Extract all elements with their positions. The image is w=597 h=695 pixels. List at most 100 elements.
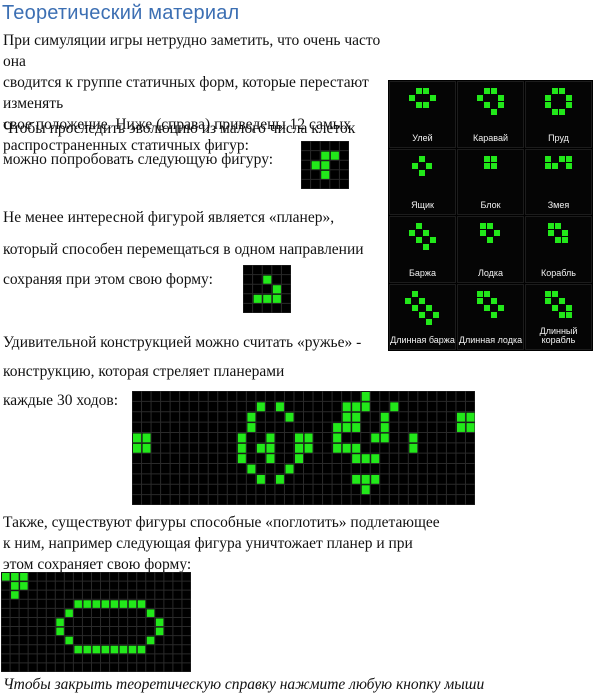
live-cell	[415, 223, 422, 229]
live-cell	[490, 297, 497, 304]
live-cell	[429, 95, 436, 101]
live-cell	[2, 573, 10, 581]
live-cell	[352, 402, 361, 412]
live-cell	[11, 573, 19, 581]
live-cell	[390, 402, 399, 412]
still-life-shape	[544, 155, 572, 169]
live-cell	[321, 170, 330, 179]
live-cell	[256, 443, 265, 453]
evolution-figure-board	[301, 141, 349, 189]
live-cell	[101, 600, 110, 608]
still-life-shape	[544, 290, 572, 318]
live-cell	[412, 304, 418, 311]
live-cell	[497, 102, 504, 108]
live-cell	[110, 600, 119, 608]
live-cell	[352, 443, 361, 453]
live-cell	[380, 412, 389, 422]
live-cell	[422, 230, 429, 236]
live-cell	[74, 600, 82, 608]
live-cell	[412, 290, 418, 297]
live-cell	[155, 618, 164, 627]
live-cell	[20, 573, 28, 581]
live-cell	[456, 412, 465, 422]
eater-text-line: к ним, например следующая фигура уничтож…	[3, 535, 413, 552]
live-cell	[361, 454, 370, 464]
live-cell	[558, 88, 565, 94]
live-cell	[247, 412, 256, 422]
live-cell	[253, 294, 262, 303]
live-cell	[155, 627, 164, 636]
live-cell	[272, 285, 281, 294]
live-cell	[551, 88, 558, 94]
live-cell	[256, 402, 265, 412]
live-cell	[565, 155, 572, 162]
live-cell	[544, 95, 551, 101]
still-life-label: Змея	[547, 200, 570, 210]
glider-figure-board	[243, 265, 291, 313]
still-life-shape	[476, 290, 504, 318]
live-cell	[551, 304, 558, 311]
live-cell	[426, 318, 432, 325]
still-life-tile: Лодка	[457, 216, 524, 283]
live-cell	[304, 443, 313, 453]
live-cell	[285, 412, 294, 422]
live-cell	[263, 275, 272, 284]
live-cell	[65, 636, 73, 645]
evolution-text-line: можно попробовать следующую фигуру:	[3, 151, 274, 168]
still-life-tile: Длинный корабль	[525, 283, 592, 350]
live-cell	[429, 237, 436, 243]
still-life-label: Ящик	[411, 200, 434, 210]
live-cell	[146, 636, 155, 645]
still-life-label: Корабль	[541, 267, 576, 278]
still-life-label: Пруд	[548, 132, 569, 143]
live-cell	[415, 237, 422, 243]
live-cell	[275, 402, 284, 412]
live-cell	[74, 645, 82, 654]
live-cell	[110, 645, 119, 654]
glider-text-line: который способен перемещаться в одном на…	[3, 241, 364, 258]
live-cell	[237, 433, 246, 443]
live-cell	[490, 311, 497, 318]
live-cell	[56, 618, 64, 627]
live-cell	[285, 464, 294, 474]
live-cell	[342, 423, 351, 432]
live-cell	[483, 290, 490, 297]
still-life-tile: Длинная лодка	[457, 283, 524, 350]
live-cell	[483, 88, 490, 94]
live-cell	[419, 169, 425, 176]
live-cell	[371, 433, 380, 443]
live-cell	[128, 600, 137, 608]
still-life-label: Длинная лодка	[458, 335, 523, 345]
live-cell	[128, 645, 137, 654]
live-cell	[405, 297, 411, 304]
live-cell	[380, 423, 389, 432]
live-cell	[422, 244, 429, 250]
live-cell	[83, 645, 91, 654]
live-cell	[494, 230, 500, 236]
live-cell	[565, 95, 572, 101]
live-cell	[65, 609, 73, 617]
live-cell	[490, 155, 497, 162]
live-cell	[565, 162, 572, 169]
live-cell	[342, 412, 351, 422]
live-cell	[480, 223, 486, 229]
live-cell	[272, 294, 281, 303]
live-cell	[247, 464, 256, 474]
live-cell	[142, 433, 151, 443]
live-cell	[551, 290, 558, 297]
live-cell	[11, 582, 19, 590]
still-life-tile: Змея	[525, 148, 592, 215]
glider-text-line: сохраняя при этом свою форму:	[3, 271, 213, 288]
live-cell	[558, 109, 565, 115]
live-cell	[483, 162, 490, 169]
live-cell	[544, 290, 551, 297]
still-life-shape	[544, 88, 572, 115]
live-cell	[11, 591, 19, 599]
live-cell	[361, 485, 370, 495]
live-cell	[361, 474, 370, 484]
live-cell	[409, 443, 418, 453]
live-cell	[247, 423, 256, 432]
still-life-tile: Ящик	[389, 148, 456, 215]
live-cell	[565, 311, 572, 318]
live-cell	[237, 454, 246, 464]
